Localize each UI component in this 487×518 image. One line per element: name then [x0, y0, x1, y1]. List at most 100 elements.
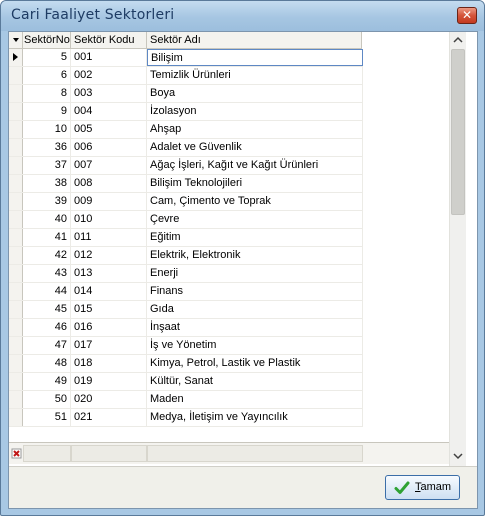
sektor-kodu-cell[interactable]: 018: [71, 355, 147, 372]
sektor-kodu-cell[interactable]: 008: [71, 175, 147, 192]
table-row[interactable]: 40 010 Çevre: [9, 211, 363, 229]
sektor-kodu-cell[interactable]: 020: [71, 391, 147, 408]
sektor-no-cell[interactable]: 46: [23, 319, 71, 336]
row-indicator[interactable]: [9, 355, 23, 372]
table-row[interactable]: 10 005 Ahşap: [9, 121, 363, 139]
sektor-kodu-cell[interactable]: 015: [71, 301, 147, 318]
row-indicator[interactable]: [9, 409, 23, 426]
tamam-button[interactable]: Tamam: [385, 475, 460, 500]
sektor-no-cell[interactable]: 45: [23, 301, 71, 318]
sektor-adi-cell[interactable]: Çevre: [147, 211, 363, 228]
sektor-kodu-cell[interactable]: 017: [71, 337, 147, 354]
row-indicator[interactable]: [9, 283, 23, 300]
sektor-no-cell[interactable]: 42: [23, 247, 71, 264]
table-row[interactable]: 51 021 Medya, İletişim ve Yayıncılık: [9, 409, 363, 427]
sektor-no-cell[interactable]: 51: [23, 409, 71, 426]
sektor-adi-cell[interactable]: Gıda: [147, 301, 363, 318]
row-indicator[interactable]: [9, 391, 23, 408]
table-row[interactable]: 47 017 İş ve Yönetim: [9, 337, 363, 355]
sektor-adi-cell[interactable]: Adalet ve Güvenlik: [147, 139, 363, 156]
sektor-no-cell[interactable]: 47: [23, 337, 71, 354]
sektor-no-cell[interactable]: 9: [23, 103, 71, 120]
sektor-kodu-cell[interactable]: 021: [71, 409, 147, 426]
sektor-no-cell[interactable]: 38: [23, 175, 71, 192]
sektor-adi-cell[interactable]: Medya, İletişim ve Yayıncılık: [147, 409, 363, 426]
table-row[interactable]: 8 003 Boya: [9, 85, 363, 103]
sektor-adi-cell[interactable]: İş ve Yönetim: [147, 337, 363, 354]
close-button[interactable]: ✕: [457, 7, 477, 24]
sektor-no-cell[interactable]: 10: [23, 121, 71, 138]
sektor-kodu-cell[interactable]: 010: [71, 211, 147, 228]
sektor-kodu-cell[interactable]: 014: [71, 283, 147, 300]
table-row[interactable]: 48 018 Kimya, Petrol, Lastik ve Plastik: [9, 355, 363, 373]
row-indicator[interactable]: [9, 85, 23, 102]
table-row[interactable]: 45 015 Gıda: [9, 301, 363, 319]
row-indicator[interactable]: [9, 175, 23, 192]
sektor-adi-cell[interactable]: Ağaç İşleri, Kağıt ve Kağıt Ürünleri: [147, 157, 363, 174]
row-indicator[interactable]: [9, 319, 23, 336]
sektor-no-cell[interactable]: 40: [23, 211, 71, 228]
column-header-sektor-adi[interactable]: Sektör Adı: [147, 32, 362, 49]
sektor-adi-cell[interactable]: Ahşap: [147, 121, 363, 138]
scrollbar-thumb[interactable]: [451, 49, 465, 215]
sektor-kodu-cell[interactable]: 003: [71, 85, 147, 102]
column-header-sektor-no[interactable]: SektörNo: [23, 32, 71, 49]
sektor-no-cell[interactable]: 50: [23, 391, 71, 408]
table-row[interactable]: 36 006 Adalet ve Güvenlik: [9, 139, 363, 157]
sektor-kodu-cell[interactable]: 002: [71, 67, 147, 84]
table-row[interactable]: 5 001 Bilişim: [9, 49, 363, 67]
sektor-adi-cell[interactable]: Cam, Çimento ve Toprak: [147, 193, 363, 210]
sektor-no-cell[interactable]: 5: [23, 49, 71, 66]
table-row[interactable]: 44 014 Finans: [9, 283, 363, 301]
table-row[interactable]: 41 011 Eğitim: [9, 229, 363, 247]
table-row[interactable]: 37 007 Ağaç İşleri, Kağıt ve Kağıt Ürünler…: [9, 157, 363, 175]
sektor-kodu-cell[interactable]: 019: [71, 373, 147, 390]
sektor-no-cell[interactable]: 43: [23, 265, 71, 282]
sektor-no-cell[interactable]: 49: [23, 373, 71, 390]
sektor-kodu-cell[interactable]: 009: [71, 193, 147, 210]
row-indicator[interactable]: [9, 157, 23, 174]
sektor-adi-cell[interactable]: Eğitim: [147, 229, 363, 246]
row-indicator[interactable]: [9, 121, 23, 138]
sektor-adi-cell[interactable]: Elektrik, Elektronik: [147, 247, 363, 264]
table-row[interactable]: 50 020 Maden: [9, 391, 363, 409]
row-indicator[interactable]: [9, 67, 23, 84]
sektor-adi-cell[interactable]: İzolasyon: [147, 103, 363, 120]
row-indicator[interactable]: [9, 103, 23, 120]
sektor-no-cell[interactable]: 36: [23, 139, 71, 156]
sektor-no-cell[interactable]: 8: [23, 85, 71, 102]
table-row[interactable]: 38 008 Bilişim Teknolojileri: [9, 175, 363, 193]
sektor-kodu-cell[interactable]: 007: [71, 157, 147, 174]
sektor-adi-cell[interactable]: Finans: [147, 283, 363, 300]
sektor-adi-cell[interactable]: Kültür, Sanat: [147, 373, 363, 390]
sektor-adi-cell[interactable]: Boya: [147, 85, 363, 102]
row-indicator[interactable]: [9, 229, 23, 246]
sektor-kodu-cell[interactable]: 006: [71, 139, 147, 156]
sektor-adi-cell[interactable]: Kimya, Petrol, Lastik ve Plastik: [147, 355, 363, 372]
row-indicator[interactable]: [9, 139, 23, 156]
column-header-sektor-kodu[interactable]: Sektör Kodu: [71, 32, 147, 49]
sektor-no-cell[interactable]: 6: [23, 67, 71, 84]
row-indicator[interactable]: [9, 337, 23, 354]
sektor-adi-cell[interactable]: İnşaat: [147, 319, 363, 336]
row-indicator[interactable]: [9, 301, 23, 318]
table-row[interactable]: 39 009 Cam, Çimento ve Toprak: [9, 193, 363, 211]
table-row[interactable]: 49 019 Kültür, Sanat: [9, 373, 363, 391]
row-indicator[interactable]: [9, 211, 23, 228]
row-indicator[interactable]: [9, 265, 23, 282]
sektor-no-cell[interactable]: 37: [23, 157, 71, 174]
table-row[interactable]: 43 013 Enerji: [9, 265, 363, 283]
scroll-up-button[interactable]: [450, 32, 466, 48]
table-row[interactable]: 46 016 İnşaat: [9, 319, 363, 337]
sektor-kodu-cell[interactable]: 013: [71, 265, 147, 282]
vertical-scrollbar[interactable]: [449, 32, 466, 466]
sektor-adi-cell[interactable]: Enerji: [147, 265, 363, 282]
row-indicator[interactable]: [9, 373, 23, 390]
sektor-kodu-cell[interactable]: 001: [71, 49, 147, 66]
sektor-no-cell[interactable]: 48: [23, 355, 71, 372]
sektor-no-cell[interactable]: 41: [23, 229, 71, 246]
sektor-no-cell[interactable]: 44: [23, 283, 71, 300]
sektor-kodu-cell[interactable]: 016: [71, 319, 147, 336]
grid-header-indicator[interactable]: [9, 32, 23, 49]
sektor-adi-cell[interactable]: Maden: [147, 391, 363, 408]
